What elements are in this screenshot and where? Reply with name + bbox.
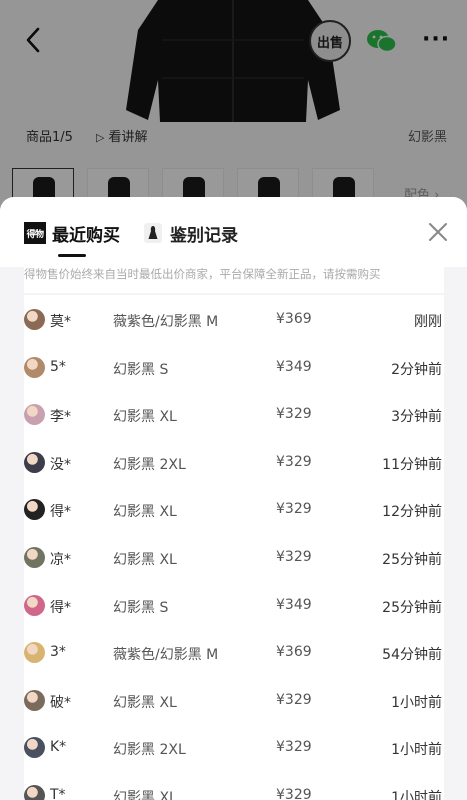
buyer-name: K* xyxy=(50,739,67,756)
purchase-time: 12分钟前 xyxy=(382,504,442,521)
purchase-price: ¥329 xyxy=(276,739,312,756)
purchase-row: 得* 幻影黑 S ¥349 25分钟前 xyxy=(24,581,444,628)
buyer-name: 没* xyxy=(50,456,71,473)
buyer-avatar xyxy=(24,689,45,711)
purchase-price: ¥329 xyxy=(276,406,312,423)
buyer-name: 凉* xyxy=(50,552,71,568)
purchase-price: ¥329 xyxy=(276,501,312,518)
buyer-name: 李* xyxy=(50,409,71,426)
active-tab-indicator xyxy=(58,254,86,257)
purchase-row: 得* 幻影黑 XL ¥329 12分钟前 xyxy=(24,485,444,532)
purchase-row: T* 幻影黑 XL ¥329 1小时前 xyxy=(24,771,444,800)
buyer-avatar xyxy=(24,785,45,800)
purchase-price: ¥329 xyxy=(276,787,312,800)
purchase-spec: 幻影黑 2XL xyxy=(113,456,186,473)
buyer-name: 5* xyxy=(50,358,66,375)
buyer-name: 3* xyxy=(50,644,66,661)
buyer-avatar xyxy=(24,404,45,426)
purchase-time: 刚刚 xyxy=(414,314,442,330)
buyer-name: 得* xyxy=(50,599,71,616)
purchase-row: 没* 幻影黑 2XL ¥329 11分钟前 xyxy=(24,438,444,485)
buyer-avatar xyxy=(24,309,45,330)
buyer-avatar xyxy=(24,737,45,759)
tab-authentication-records[interactable]: 鉴别记录 xyxy=(144,219,238,247)
buyer-avatar xyxy=(24,642,45,664)
purchase-spec: 薇紫色/幻影黑 M xyxy=(113,314,219,330)
purchase-spec: 幻影黑 XL xyxy=(113,694,177,711)
purchase-row: 5* 幻影黑 S ¥349 2分钟前 xyxy=(24,343,444,390)
buyer-name: 莫* xyxy=(50,314,71,330)
purchase-price: ¥329 xyxy=(276,549,312,565)
purchase-price: ¥369 xyxy=(276,644,312,661)
purchase-time: 3分钟前 xyxy=(391,409,442,426)
purchase-row: 李* 幻影黑 XL ¥329 3分钟前 xyxy=(24,390,444,437)
purchase-spec: 幻影黑 2XL xyxy=(113,742,186,759)
purchase-spec: 幻影黑 XL xyxy=(113,504,177,521)
purchase-time: 1小时前 xyxy=(391,742,442,759)
buyer-name: 破* xyxy=(50,694,71,711)
tab-label: 最近购买 xyxy=(52,225,120,246)
purchase-spec: 幻影黑 XL xyxy=(113,409,177,426)
authentication-icon xyxy=(144,223,162,243)
purchase-spec: 幻影黑 S xyxy=(113,599,169,616)
purchase-price: ¥349 xyxy=(276,358,312,375)
purchase-spec: 幻影黑 XL xyxy=(113,552,177,568)
purchase-price: ¥329 xyxy=(276,691,312,708)
purchase-time: 2分钟前 xyxy=(391,361,442,378)
sheet-header: 得物 最近购买 鉴别记录 xyxy=(0,197,467,267)
purchase-row: K* 幻影黑 2XL ¥329 1小时前 xyxy=(24,723,444,770)
purchase-list: 莫* 薇紫色/幻影黑 M ¥369 刚刚 5* 幻影黑 S ¥349 2分钟前李* 幻影黑 XL… xyxy=(24,295,444,800)
buyer-avatar xyxy=(24,594,45,616)
purchase-time: 1小时前 xyxy=(391,790,442,800)
purchase-time: 25分钟前 xyxy=(382,599,442,616)
purchase-spec: 幻影黑 XL xyxy=(113,790,177,800)
purchase-row: 破* 幻影黑 XL ¥329 1小时前 xyxy=(24,676,444,723)
purchase-price: ¥329 xyxy=(276,453,312,470)
purchase-time: 1小时前 xyxy=(391,694,442,711)
purchase-time: 25分钟前 xyxy=(382,552,442,568)
purchase-spec: 幻影黑 S xyxy=(113,361,169,378)
close-icon[interactable] xyxy=(428,222,448,242)
buyer-avatar xyxy=(24,499,45,521)
purchase-time: 11分钟前 xyxy=(382,456,442,473)
buyer-avatar xyxy=(24,451,45,473)
tab-recent-purchases[interactable]: 得物 最近购买 xyxy=(24,219,120,247)
dewu-logo-icon: 得物 xyxy=(24,222,46,244)
tab-label: 鉴别记录 xyxy=(170,225,238,246)
purchase-row: 莫* 薇紫色/幻影黑 M ¥369 刚刚 xyxy=(24,295,444,342)
recent-purchases-sheet: 得物 最近购买 鉴别记录 得物售价始终来自当时最低出价商家，平台保障全新正品，请… xyxy=(0,197,467,800)
purchase-time: 54分钟前 xyxy=(382,647,442,664)
buyer-name: T* xyxy=(50,787,66,800)
buyer-avatar xyxy=(24,356,45,378)
purchase-row: 3* 薇紫色/幻影黑 M ¥369 54分钟前 xyxy=(24,628,444,675)
purchase-row: 凉* 幻影黑 XL ¥329 25分钟前 xyxy=(24,533,444,580)
purchase-price: ¥369 xyxy=(276,311,312,327)
price-notice: 得物售价始终来自当时最低出价商家，平台保障全新正品，请按需购买 xyxy=(24,267,444,293)
purchase-price: ¥349 xyxy=(276,596,312,613)
buyer-name: 得* xyxy=(50,504,71,521)
purchase-spec: 薇紫色/幻影黑 M xyxy=(113,647,219,664)
buyer-avatar xyxy=(24,547,45,568)
